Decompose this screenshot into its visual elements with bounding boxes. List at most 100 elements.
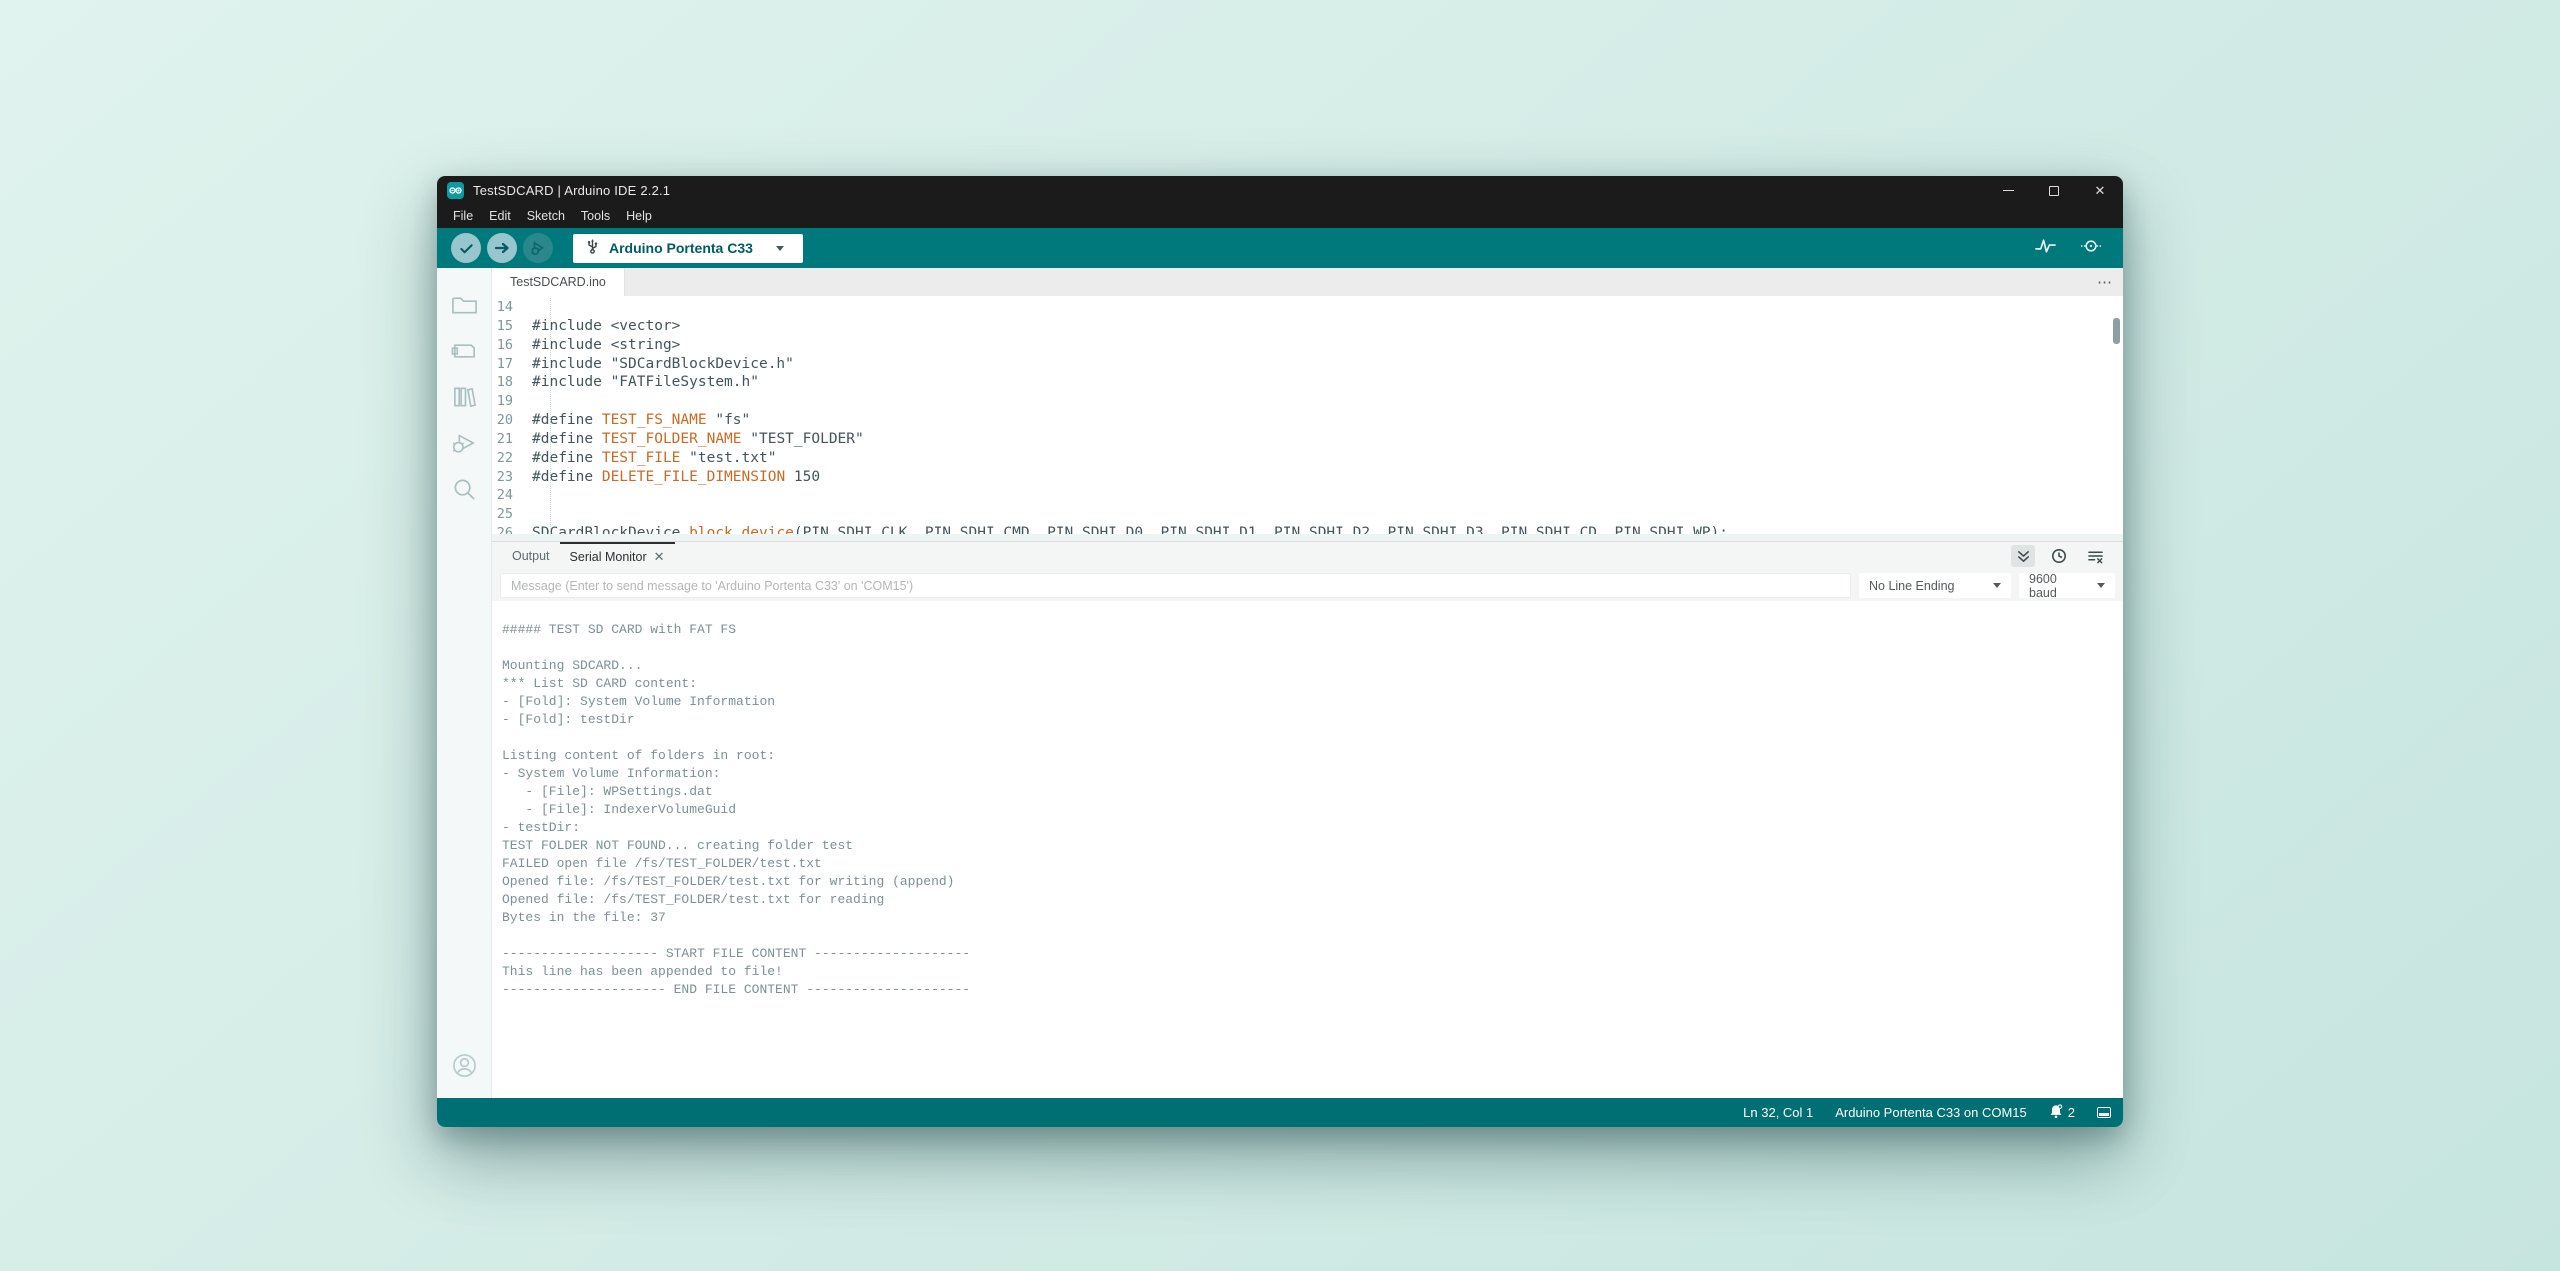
upload-button[interactable] [487, 233, 517, 263]
line-number: 15 [492, 317, 532, 336]
line-number: 23 [492, 468, 532, 487]
arduino-logo-icon [447, 182, 464, 199]
sidebar-item-debug[interactable] [444, 420, 484, 466]
notifications-button[interactable]: 2 [2049, 1104, 2075, 1122]
baud-rate-value: 9600 baud [2029, 572, 2087, 600]
baud-rate-select[interactable]: 9600 baud [2019, 573, 2115, 598]
timestamp-toggle[interactable] [2047, 545, 2071, 567]
serial-output-line: Opened file: /fs/TEST_FOLDER/test.txt fo… [502, 891, 2123, 909]
menu-file[interactable]: File [445, 205, 481, 228]
menu-help[interactable]: Help [618, 205, 660, 228]
serial-output-line: Mounting SDCARD... [502, 657, 2123, 675]
menu-bar: FileEditSketchToolsHelp [437, 205, 2123, 228]
code-line: 19 [492, 392, 2123, 411]
cursor-position[interactable]: Ln 32, Col 1 [1743, 1105, 1813, 1120]
serial-output-line: - testDir: [502, 819, 2123, 837]
code-editor[interactable]: 1415#include <vector>16#include <string>… [492, 296, 2123, 541]
line-number: 20 [492, 411, 532, 430]
chevron-down-icon [2097, 583, 2105, 588]
line-number: 19 [492, 392, 532, 411]
serial-message-input[interactable] [500, 573, 1851, 598]
window-title: TestSDCARD | Arduino IDE 2.2.1 [473, 183, 670, 198]
menu-edit[interactable]: Edit [481, 205, 519, 228]
chevron-down-icon [1993, 583, 2001, 588]
code-line: 14 [492, 298, 2123, 317]
close-button[interactable]: ✕ [2077, 176, 2123, 205]
serial-output-line: - [File]: WPSettings.dat [502, 783, 2123, 801]
line-ending-select[interactable]: No Line Ending [1859, 573, 2011, 598]
close-serial-tab-icon[interactable]: ✕ [654, 549, 665, 565]
clear-output-button[interactable] [2083, 545, 2107, 567]
menu-tools[interactable]: Tools [573, 205, 618, 228]
horizontal-scrollbar-track[interactable] [492, 534, 2123, 541]
serial-output-line: - System Volume Information: [502, 765, 2123, 783]
serial-output-line: TEST FOLDER NOT FOUND... creating folder… [502, 837, 2123, 855]
serial-output-line: Bytes in the file: 37 [502, 909, 2123, 927]
code-line: 15#include <vector> [492, 317, 2123, 336]
line-number: 18 [492, 373, 532, 392]
line-number: 14 [492, 298, 532, 317]
code-line: 24 [492, 486, 2123, 505]
sidebar-item-sketchbook[interactable] [444, 282, 484, 328]
panel-icon [2097, 1107, 2111, 1118]
code-line: 16#include <string> [492, 336, 2123, 355]
tab-testsdcard-ino[interactable]: TestSDCARD.ino [492, 268, 625, 296]
code-line: 21#define TEST_FOLDER_NAME "TEST_FOLDER" [492, 430, 2123, 449]
bell-icon [2049, 1104, 2063, 1122]
title-bar[interactable]: TestSDCARD | Arduino IDE 2.2.1 ✕ [437, 176, 2123, 205]
activity-sidebar [437, 268, 492, 1098]
bottom-panel-tab-bar: Output Serial Monitor ✕ [492, 541, 2123, 570]
chevron-down-icon [776, 246, 784, 251]
board-port-status[interactable]: Arduino Portenta C33 on COM15 [1835, 1105, 2027, 1120]
account-button[interactable] [444, 1042, 484, 1088]
serial-monitor-output[interactable]: ##### TEST SD CARD with FAT FS Mounting … [492, 601, 2123, 1098]
status-bar: Ln 32, Col 1 Arduino Portenta C33 on COM… [437, 1098, 2123, 1127]
serial-monitor-button[interactable] [2079, 237, 2103, 260]
code-line: 22#define TEST_FILE "test.txt" [492, 449, 2123, 468]
serial-output-line: --------------------- END FILE CONTENT -… [502, 981, 2123, 999]
serial-output-line: - [Fold]: testDir [502, 711, 2123, 729]
serial-output-line: *** List SD CARD content: [502, 675, 2123, 693]
sidebar-item-search[interactable] [444, 466, 484, 512]
autoscroll-toggle[interactable] [2011, 545, 2035, 567]
serial-plotter-button[interactable] [2034, 236, 2057, 261]
board-selector-label: Arduino Portenta C33 [609, 240, 753, 256]
serial-output-line: FAILED open file /fs/TEST_FOLDER/test.tx… [502, 855, 2123, 873]
usb-icon [585, 237, 600, 259]
serial-output-line: This line has been appended to file! [502, 963, 2123, 981]
toggle-bottom-panel-button[interactable] [2097, 1107, 2111, 1118]
code-line: 17#include "SDCardBlockDevice.h" [492, 355, 2123, 374]
maximize-button[interactable] [2031, 176, 2077, 205]
sidebar-item-boards-manager[interactable] [444, 328, 484, 374]
serial-message-row: No Line Ending 9600 baud [492, 570, 2123, 601]
sidebar-item-library-manager[interactable] [444, 374, 484, 420]
debug-button[interactable] [523, 233, 553, 263]
notification-count: 2 [2068, 1105, 2075, 1120]
editor-code-lines: 1415#include <vector>16#include <string>… [492, 296, 2123, 541]
tab-output[interactable]: Output [502, 542, 560, 570]
editor-tab-bar: TestSDCARD.ino ⋯ [492, 268, 2123, 296]
editor-scrollbar-thumb[interactable] [2113, 318, 2120, 344]
code-line: 25 [492, 505, 2123, 524]
tab-serial-monitor[interactable]: Serial Monitor ✕ [560, 542, 675, 570]
line-number: 22 [492, 449, 532, 468]
code-line: 18#include "FATFileSystem.h" [492, 373, 2123, 392]
line-number: 17 [492, 355, 532, 374]
serial-output-line: Opened file: /fs/TEST_FOLDER/test.txt fo… [502, 873, 2123, 891]
board-selector[interactable]: Arduino Portenta C33 [573, 234, 803, 263]
menu-sketch[interactable]: Sketch [519, 205, 573, 228]
minimize-button[interactable] [1985, 176, 2031, 205]
verify-button[interactable] [451, 233, 481, 263]
serial-output-line: -------------------- START FILE CONTENT … [502, 945, 2123, 963]
line-number: 16 [492, 336, 532, 355]
serial-monitor-tab-label: Serial Monitor [570, 550, 647, 564]
arduino-ide-window: TestSDCARD | Arduino IDE 2.2.1 ✕ FileEdi… [437, 176, 2123, 1127]
serial-output-line [502, 729, 2123, 747]
code-line: 20#define TEST_FS_NAME "fs" [492, 411, 2123, 430]
code-line: 23#define DELETE_FILE_DIMENSION 150 [492, 468, 2123, 487]
indent-guide [550, 298, 551, 533]
tab-overflow-button[interactable]: ⋯ [2087, 268, 2123, 296]
serial-output-line [502, 639, 2123, 657]
serial-output-line [502, 927, 2123, 945]
serial-output-line: - [File]: IndexerVolumeGuid [502, 801, 2123, 819]
